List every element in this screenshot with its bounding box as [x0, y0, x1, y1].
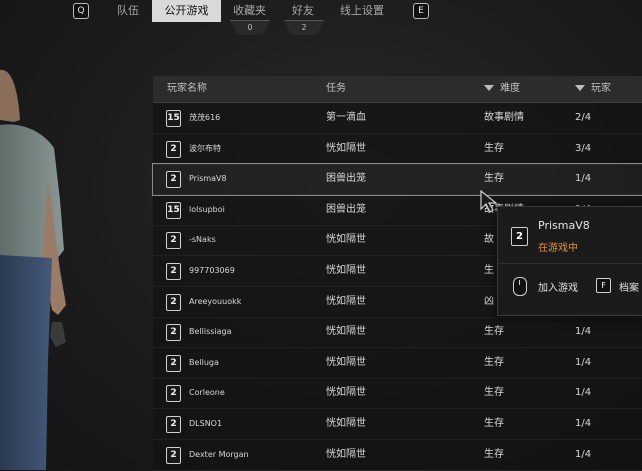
- table-header: 玩家名称 任务 难度 玩家: [153, 76, 642, 103]
- player-rank-badge: 2: [166, 354, 181, 372]
- header-difficulty[interactable]: 难度: [484, 76, 520, 102]
- player-rank-badge: 2: [166, 263, 181, 280]
- player-name: Belluga: [189, 357, 219, 367]
- difficulty: 生存: [484, 418, 504, 429]
- difficulty: 故: [484, 234, 494, 246]
- player-name: DLSNO1: [189, 419, 223, 428]
- table-row[interactable]: 2 Dexter Morgan 恍如隔世 生存 1/4: [153, 440, 642, 471]
- player-count: 1/4: [575, 173, 592, 185]
- player-rank-badge: 2: [166, 446, 181, 464]
- favorites-count-badge: 0: [230, 20, 270, 35]
- mission-name: 恍如隔世: [326, 356, 366, 368]
- header-player-name[interactable]: 玩家名称: [167, 76, 207, 102]
- player-name: 波尔布特: [189, 143, 221, 153]
- tab-online-settings[interactable]: 线上设置: [328, 0, 396, 22]
- mouse-icon: [513, 277, 527, 296]
- mission-name: 恍如隔世: [326, 387, 366, 399]
- player-name: lolsupboi: [189, 204, 225, 214]
- player-rank-badge: 2: [166, 416, 181, 433]
- mission-name: 恍如隔世: [326, 234, 366, 246]
- mission-name: 恍如隔世: [326, 448, 366, 460]
- player-count: 1/4: [575, 418, 592, 429]
- popup-player-status: 在游戏中: [538, 243, 578, 254]
- player-rank-badge: 2: [166, 171, 181, 189]
- mission-name: 恍如隔世: [326, 326, 366, 338]
- profile-button[interactable]: 档案: [619, 279, 639, 294]
- tab-favorites[interactable]: 收藏夹: [221, 0, 278, 22]
- mouse-cursor-icon: [480, 190, 498, 213]
- difficulty: 生: [484, 265, 494, 276]
- tab-team[interactable]: 队伍: [104, 0, 152, 22]
- player-count: 2/4: [575, 112, 592, 123]
- top-nav: Q 队伍 公开游戏 收藏夹 好友 线上设置 E 0 2: [0, 0, 642, 35]
- tab-friends[interactable]: 好友: [278, 0, 328, 22]
- player-name: 茂茂616: [189, 113, 221, 122]
- friends-count-badge: 2: [284, 20, 324, 35]
- player-count: 3/4: [575, 142, 592, 154]
- f-key-icon: F: [596, 278, 611, 293]
- player-name: Bellissiaga: [189, 327, 232, 337]
- e-key-hint[interactable]: E: [413, 3, 429, 19]
- difficulty: 生存: [484, 142, 504, 154]
- popup-header: 2 PrismaV8 在游戏中: [498, 207, 642, 264]
- mission-name: 困兽出笼: [326, 173, 366, 185]
- sort-triangle-icon: [575, 85, 585, 91]
- player-count: 1/4: [575, 326, 592, 338]
- difficulty: 凶: [484, 295, 494, 307]
- player-count: 1/4: [575, 448, 592, 460]
- player-name: Areeyouuokk: [189, 296, 242, 306]
- player-rank-badge: 2: [166, 140, 181, 158]
- mission-name: 恍如隔世: [326, 142, 366, 154]
- player-count: 1/4: [575, 387, 592, 399]
- table-row[interactable]: 2 PrismaV8 困兽出笼 生存 1/4: [152, 163, 642, 197]
- mission-name: 恍如隔世: [326, 265, 366, 276]
- player-popup: 2 PrismaV8 在游戏中 加入游戏 F 档案: [497, 206, 642, 316]
- player-rank-badge: 2: [166, 293, 181, 311]
- q-key-hint[interactable]: Q: [73, 3, 89, 19]
- difficulty: 生存: [484, 326, 504, 338]
- join-game-button[interactable]: 加入游戏: [538, 279, 578, 294]
- difficulty: 生存: [484, 387, 504, 399]
- mission-name: 第一滴血: [326, 112, 366, 123]
- player-name: PrismaV8: [189, 174, 227, 184]
- table-row[interactable]: 15 茂茂616 第一滴血 故事剧情 2/4: [153, 103, 642, 134]
- table-row[interactable]: 2 Corleone 恍如隔世 生存 1/4: [153, 378, 642, 410]
- mission-name: 困兽出笼: [326, 203, 366, 215]
- header-mission[interactable]: 任务: [326, 76, 346, 102]
- player-name: Corleone: [189, 388, 225, 398]
- sort-triangle-icon: [484, 85, 494, 91]
- tab-public-games[interactable]: 公开游戏: [152, 0, 221, 22]
- player-name: -sNaks: [189, 235, 216, 245]
- player-count: 1/4: [575, 356, 592, 368]
- difficulty: 生存: [484, 448, 504, 460]
- player-rank-badge: 15: [166, 201, 181, 219]
- difficulty: 故事剧情: [484, 112, 524, 123]
- header-players[interactable]: 玩家: [575, 76, 611, 102]
- tab-badges: 0 2: [228, 20, 338, 36]
- character-model: [0, 69, 66, 470]
- table-row[interactable]: 2 波尔布特 恍如隔世 生存 3/4: [153, 134, 642, 165]
- difficulty: 生存: [484, 356, 504, 368]
- player-rank-badge: 2: [166, 324, 181, 342]
- mission-name: 恍如隔世: [326, 295, 366, 307]
- table-row[interactable]: 2 DLSNO1 恍如隔世 生存 1/4: [153, 409, 642, 440]
- player-name: Dexter Morgan: [189, 449, 249, 459]
- player-rank-badge: 2: [166, 232, 181, 250]
- mission-name: 恍如隔世: [326, 418, 366, 429]
- popup-player-name: PrismaV8: [538, 219, 590, 232]
- player-rank-badge: 2: [166, 385, 181, 403]
- player-rank-badge: 2: [511, 227, 528, 246]
- table-row[interactable]: 2 Bellissiaga 恍如隔世 生存 1/4: [153, 317, 642, 349]
- player-rank-badge: 15: [166, 110, 181, 127]
- table-row[interactable]: 2 Belluga 恍如隔世 生存 1/4: [153, 348, 642, 379]
- player-name: 997703069: [189, 266, 235, 275]
